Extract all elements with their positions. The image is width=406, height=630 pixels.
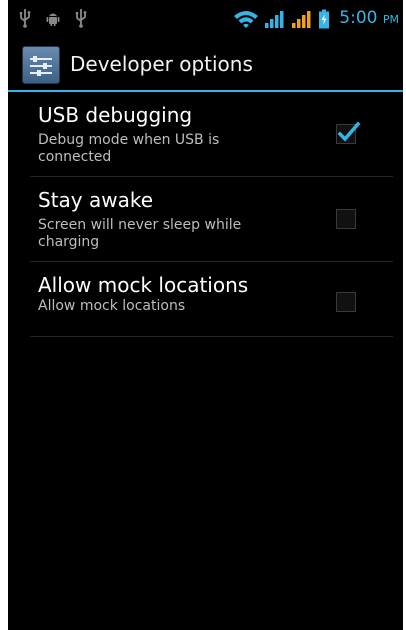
preferences-list: USB debugging Debug mode when USB is con… — [8, 92, 403, 337]
action-bar: Developer options — [8, 42, 403, 88]
preference-summary: Allow mock locations — [38, 298, 186, 314]
notification-icons — [18, 8, 88, 28]
preference-title: Stay awake — [38, 188, 154, 212]
list-divider — [30, 336, 393, 337]
settings-app-icon[interactable] — [22, 46, 60, 84]
usb-debugging-checkbox[interactable] — [336, 121, 361, 144]
usb-icon — [19, 9, 31, 28]
clock-ampm: PM — [382, 13, 399, 26]
allow-mock-locations-checkbox[interactable] — [336, 292, 356, 312]
wifi-icon — [234, 11, 259, 28]
checkmark-icon — [337, 121, 361, 142]
stay-awake-checkbox[interactable] — [336, 209, 356, 229]
signal-icon — [292, 11, 311, 28]
android-debug-icon — [46, 13, 60, 26]
battery-charging-icon — [319, 9, 330, 29]
status-bar: 5:00 PM — [8, 0, 403, 38]
page-title: Developer options — [70, 52, 253, 76]
preference-summary: Screen will never sleep while charging — [38, 217, 242, 250]
preference-stay-awake[interactable]: Stay awake Screen will never sleep while… — [8, 177, 403, 262]
preference-title: Allow mock locations — [38, 273, 249, 297]
usb-icon — [75, 9, 87, 28]
status-clock: 5:00 PM — [339, 6, 399, 32]
signal-icon — [265, 11, 284, 28]
phone-screen: 5:00 PM Developer options USB debugging … — [8, 0, 403, 630]
system-icons: 5:00 PM — [233, 6, 399, 32]
preference-allow-mock-locations[interactable]: Allow mock locations Allow mock location… — [8, 262, 403, 337]
preference-title: USB debugging — [38, 103, 193, 127]
preference-summary: Debug mode when USB is connected — [38, 132, 220, 165]
clock-time: 5:00 — [339, 8, 378, 28]
preference-usb-debugging[interactable]: USB debugging Debug mode when USB is con… — [8, 92, 403, 177]
